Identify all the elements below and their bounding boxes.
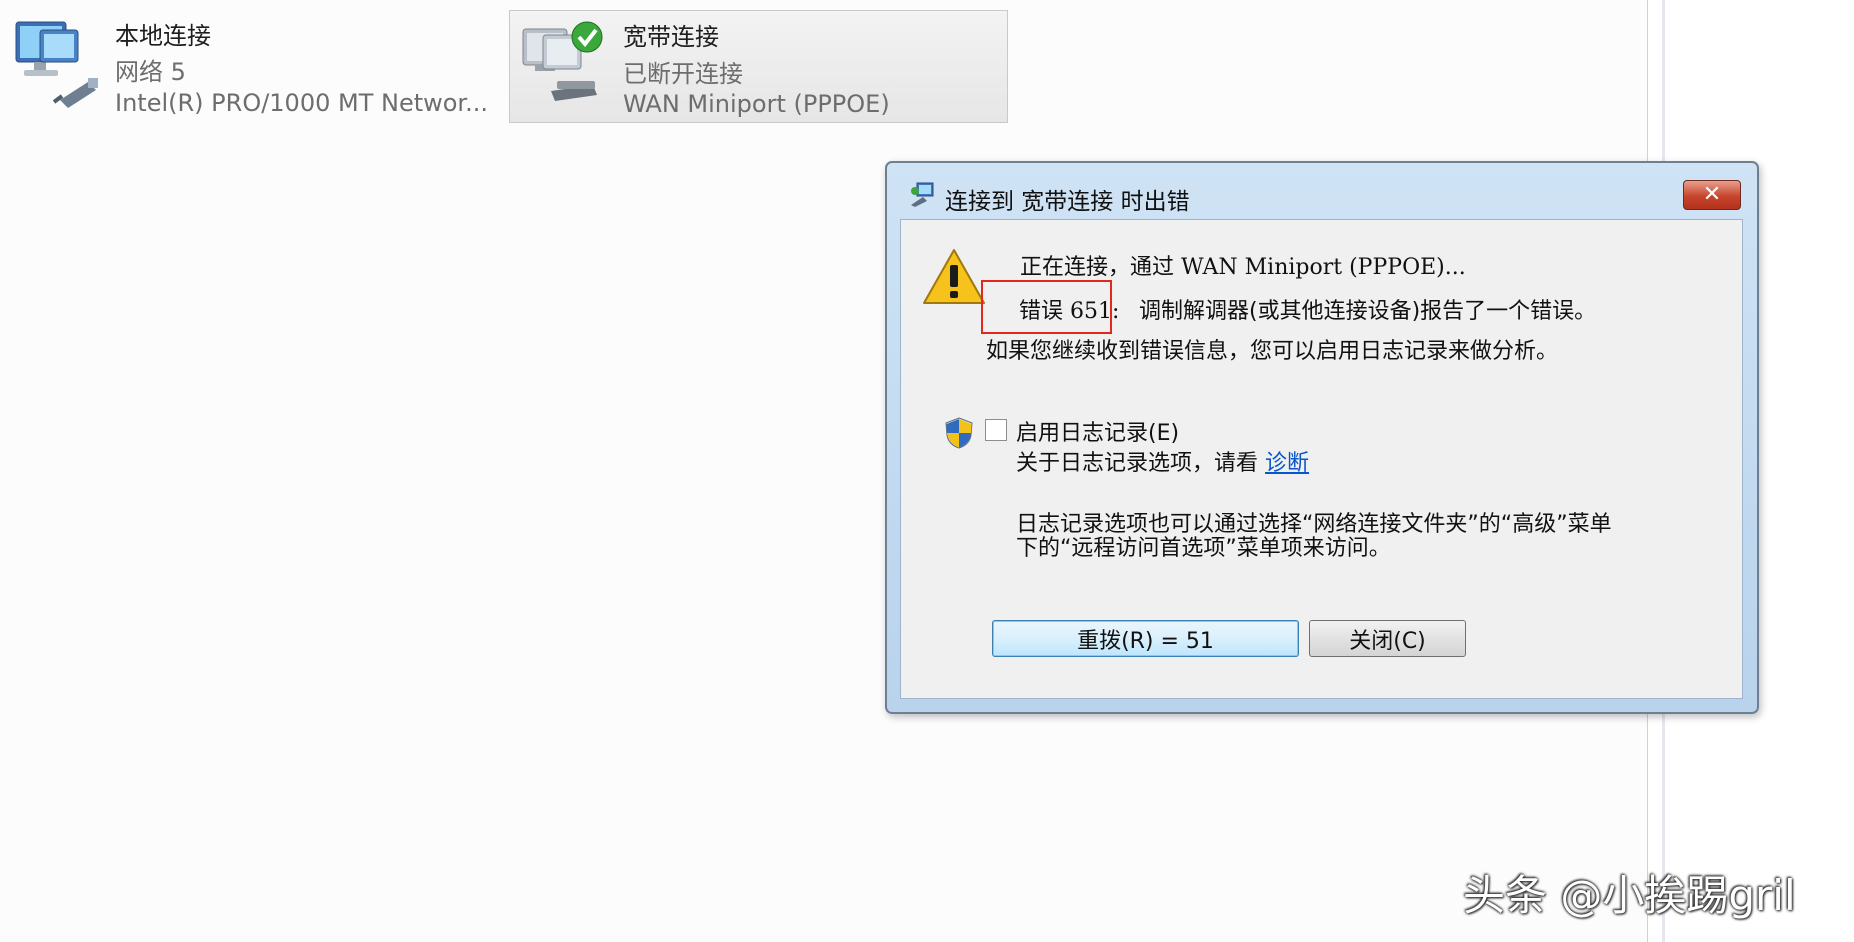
watermark: 头条 @小挨踢gril [1463,871,1796,920]
enable-logging-checkbox[interactable] [985,419,1007,441]
advice-text: 如果您继续收到错误信息，您可以启用日志记录来做分析。 [986,339,1559,364]
dialup-connected-icon [517,15,609,111]
redial-button[interactable]: 重拨(R) = 51 [992,620,1299,657]
dialog-content: 正在连接，通过 WAN Miniport (PPPOE)... 错误 651: … [900,219,1743,699]
close-icon: ✕ [1702,182,1722,207]
dialog-close-button[interactable]: ✕ [1683,180,1741,210]
error-message: 调制解调器(或其他连接设备)报告了一个错误。 [1139,299,1597,324]
connection-device: WAN Miniport (PPPOE) [623,90,890,118]
logging-info: 关于日志记录选项，请看 诊断 [1016,445,1309,477]
close-button-label: 关闭(C) [1349,628,1426,654]
error-dialog: 连接到 宽带连接 时出错 ✕ 正在连接，通过 WAN Miniport (PPP… [885,161,1759,714]
enable-logging-label[interactable]: 启用日志记录(E) [1016,415,1179,447]
network-adapter-icon [10,16,106,116]
local-connection-tile[interactable]: 本地连接 网络 5 Intel(R) PRO/1000 MT Networ... [0,0,500,120]
logging-note-line2: 下的“远程访问首选项”菜单项来访问。 [1016,536,1391,561]
broadband-connection-tile[interactable]: 宽带连接 已断开连接 WAN Miniport (PPPOE) [509,10,1008,123]
logging-info-text: 关于日志记录选项，请看 [1016,451,1259,476]
warning-triangle-icon [921,247,987,311]
close-button[interactable]: 关闭(C) [1309,620,1466,657]
connection-name: 本地连接 [115,22,211,50]
dialog-titlebar[interactable]: 连接到 宽带连接 时出错 ✕ [887,163,1757,219]
dialog-title: 连接到 宽带连接 时出错 [945,189,1190,215]
connection-device: Intel(R) PRO/1000 MT Networ... [115,89,488,117]
connection-status: 已断开连接 [623,60,743,88]
uac-shield-icon [945,417,973,453]
connection-network: 网络 5 [115,58,186,86]
error-code: 错误 651: [1019,299,1120,324]
diagnose-link[interactable]: 诊断 [1265,451,1309,476]
redial-button-label: 重拨(R) = 51 [1077,628,1214,654]
connection-name: 宽带连接 [623,23,719,51]
connecting-status: 正在连接，通过 WAN Miniport (PPPOE)... [1020,255,1466,280]
network-connection-icon [909,181,937,211]
